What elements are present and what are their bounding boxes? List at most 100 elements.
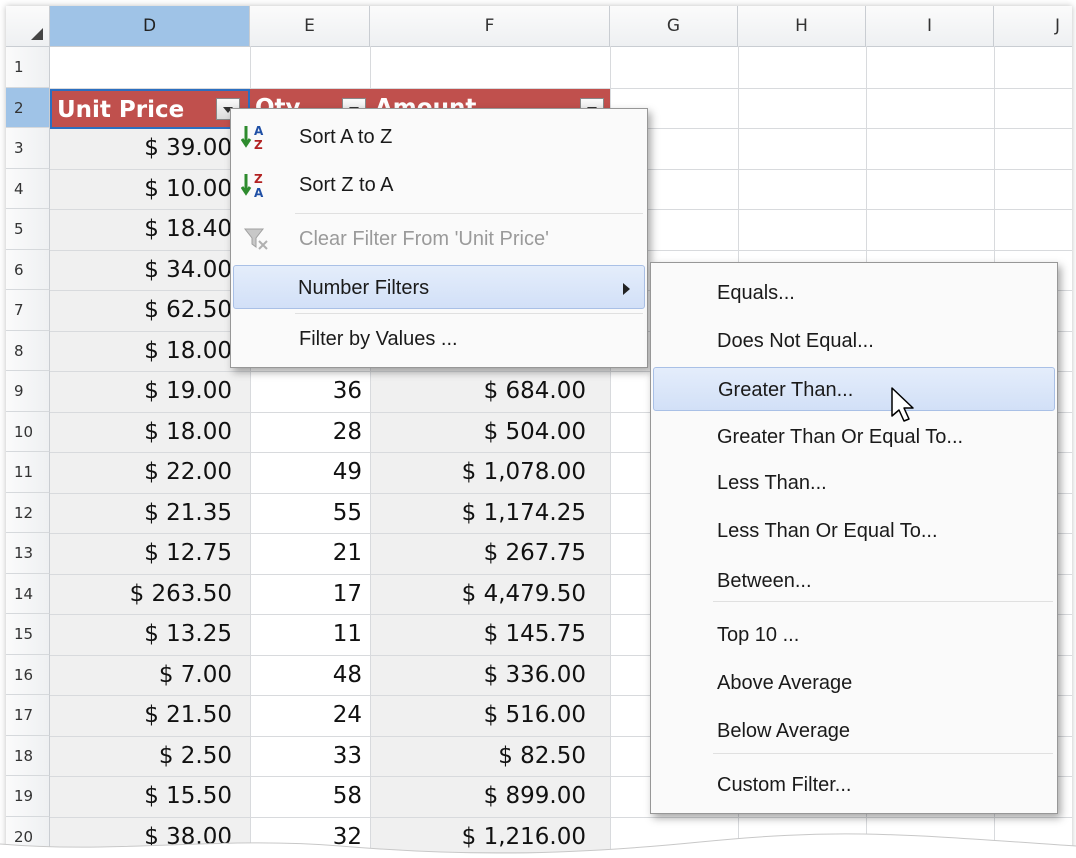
- filter-by-values-label: Filter by Values ...: [299, 328, 458, 350]
- cell-unit-price[interactable]: $ 263.50: [50, 574, 232, 614]
- cell-amount[interactable]: $ 336.00: [370, 655, 586, 695]
- cell-qty[interactable]: 21: [250, 533, 362, 573]
- menu-item-clear-filter: Clear Filter From 'Unit Price': [233, 217, 645, 261]
- submenu-item-equals[interactable]: Equals...: [653, 271, 1055, 315]
- cell-amount[interactable]: $ 82.50: [370, 736, 586, 776]
- svg-text:A: A: [254, 124, 264, 138]
- row-header-7[interactable]: 7: [6, 290, 50, 331]
- header-unit-price-label: Unit Price: [57, 97, 185, 123]
- sort-za-icon: Z A: [241, 172, 264, 199]
- row-header-3[interactable]: 3: [6, 128, 50, 169]
- cell-amount[interactable]: $ 1,174.25: [370, 493, 586, 533]
- column-header-i[interactable]: I: [866, 6, 994, 46]
- row-header-18[interactable]: 18: [6, 735, 50, 776]
- row-header-14[interactable]: 14: [6, 573, 50, 614]
- menu-separator: [713, 753, 1053, 754]
- cell-unit-price[interactable]: $ 18.40: [50, 209, 232, 249]
- submenu-item-top-10[interactable]: Top 10 ...: [653, 613, 1055, 657]
- menu-item-number-filters[interactable]: Number Filters: [233, 265, 645, 309]
- submenu-item-greater-than[interactable]: Greater Than...: [653, 367, 1055, 411]
- cell-unit-price[interactable]: $ 19.00: [50, 371, 232, 411]
- cell-unit-price[interactable]: $ 21.35: [50, 493, 232, 533]
- cell-amount[interactable]: $ 1,078.00: [370, 452, 586, 492]
- sort-za-label: Sort Z to A: [299, 174, 394, 196]
- row-header-13[interactable]: 13: [6, 533, 50, 574]
- cell-qty[interactable]: 33: [250, 736, 362, 776]
- cell-amount[interactable]: $ 145.75: [370, 614, 586, 654]
- submenu-item-label: Equals...: [717, 282, 795, 304]
- submenu-item-between[interactable]: Between...: [653, 559, 1055, 603]
- row-header-6[interactable]: 6: [6, 249, 50, 290]
- row-header-10[interactable]: 10: [6, 411, 50, 452]
- cell-amount[interactable]: $ 516.00: [370, 695, 586, 735]
- column-header-e[interactable]: E: [250, 6, 370, 46]
- cell-qty[interactable]: 11: [250, 614, 362, 654]
- cell-unit-price[interactable]: $ 62.50: [50, 290, 232, 330]
- cell-unit-price[interactable]: $ 18.00: [50, 412, 232, 452]
- cell-unit-price[interactable]: $ 15.50: [50, 776, 232, 816]
- cell-unit-price[interactable]: $ 13.25: [50, 614, 232, 654]
- cell-unit-price[interactable]: $ 10.00: [50, 169, 232, 209]
- cell-amount[interactable]: $ 504.00: [370, 412, 586, 452]
- column-header-f[interactable]: F: [370, 6, 610, 46]
- cell-qty[interactable]: 36: [250, 371, 362, 411]
- clear-filter-label: Clear Filter From 'Unit Price': [299, 228, 549, 250]
- svg-text:A: A: [254, 186, 264, 199]
- cell-unit-price[interactable]: $ 39.00: [50, 128, 232, 168]
- cell-unit-price[interactable]: $ 2.50: [50, 736, 232, 776]
- menu-item-sort-az[interactable]: A Z Sort A to Z: [233, 115, 645, 159]
- row-header-9[interactable]: 9: [6, 371, 50, 412]
- row-header-12[interactable]: 12: [6, 492, 50, 533]
- torn-edge: [0, 833, 1076, 858]
- cell-qty[interactable]: 17: [250, 574, 362, 614]
- row-header-15[interactable]: 15: [6, 614, 50, 655]
- cell-amount[interactable]: $ 4,479.50: [370, 574, 586, 614]
- row-header-5[interactable]: 5: [6, 209, 50, 250]
- cell-unit-price[interactable]: $ 7.00: [50, 655, 232, 695]
- row-header-1[interactable]: 1: [6, 47, 50, 88]
- submenu-item-below-average[interactable]: Below Average: [653, 709, 1055, 753]
- submenu-item-does-not-equal[interactable]: Does Not Equal...: [653, 319, 1055, 363]
- svg-text:Z: Z: [254, 138, 263, 151]
- row-header-19[interactable]: 19: [6, 776, 50, 817]
- menu-item-filter-by-values[interactable]: Filter by Values ...: [233, 317, 645, 361]
- cell-unit-price[interactable]: $ 18.00: [50, 331, 232, 371]
- submenu-item-custom-filter[interactable]: Custom Filter...: [653, 763, 1055, 807]
- row-header-17[interactable]: 17: [6, 695, 50, 736]
- cell-amount[interactable]: $ 899.00: [370, 776, 586, 816]
- cell-qty[interactable]: 48: [250, 655, 362, 695]
- number-filters-submenu: Equals... Does Not Equal... Greater Than..…: [650, 262, 1058, 814]
- cell-qty[interactable]: 28: [250, 412, 362, 452]
- submenu-item-label: Top 10 ...: [717, 624, 800, 646]
- submenu-item-less-than-or-equal-to[interactable]: Less Than Or Equal To...: [653, 509, 1055, 553]
- cell-unit-price[interactable]: $ 12.75: [50, 533, 232, 573]
- select-all-corner[interactable]: [6, 6, 50, 46]
- cell-unit-price[interactable]: $ 22.00: [50, 452, 232, 492]
- cell-qty[interactable]: 58: [250, 776, 362, 816]
- column-header-g[interactable]: G: [610, 6, 738, 46]
- column-header-d[interactable]: D: [50, 6, 250, 46]
- row-header-16[interactable]: 16: [6, 654, 50, 695]
- submenu-item-label: Less Than...: [717, 472, 827, 494]
- cell-unit-price[interactable]: $ 34.00: [50, 250, 232, 290]
- submenu-item-above-average[interactable]: Above Average: [653, 661, 1055, 705]
- row-header-2[interactable]: 2: [6, 87, 50, 128]
- menu-item-sort-za[interactable]: Z A Sort Z to A: [233, 163, 645, 207]
- submenu-item-label: Between...: [717, 570, 812, 592]
- submenu-item-less-than[interactable]: Less Than...: [653, 461, 1055, 505]
- cell-qty[interactable]: 49: [250, 452, 362, 492]
- menu-separator: [295, 213, 643, 214]
- column-header-j[interactable]: J: [994, 6, 1072, 46]
- cell-qty[interactable]: 55: [250, 493, 362, 533]
- row-header-11[interactable]: 11: [6, 452, 50, 493]
- row-header-4[interactable]: 4: [6, 168, 50, 209]
- cell-amount[interactable]: $ 267.75: [370, 533, 586, 573]
- svg-text:Z: Z: [254, 172, 263, 186]
- row-header-8[interactable]: 8: [6, 330, 50, 371]
- cell-unit-price[interactable]: $ 21.50: [50, 695, 232, 735]
- cell-amount[interactable]: $ 684.00: [370, 371, 586, 411]
- submenu-item-label: Below Average: [717, 720, 851, 742]
- cell-qty[interactable]: 24: [250, 695, 362, 735]
- column-header-h[interactable]: H: [738, 6, 866, 46]
- submenu-item-greater-than-or-equal-to[interactable]: Greater Than Or Equal To...: [653, 415, 1055, 459]
